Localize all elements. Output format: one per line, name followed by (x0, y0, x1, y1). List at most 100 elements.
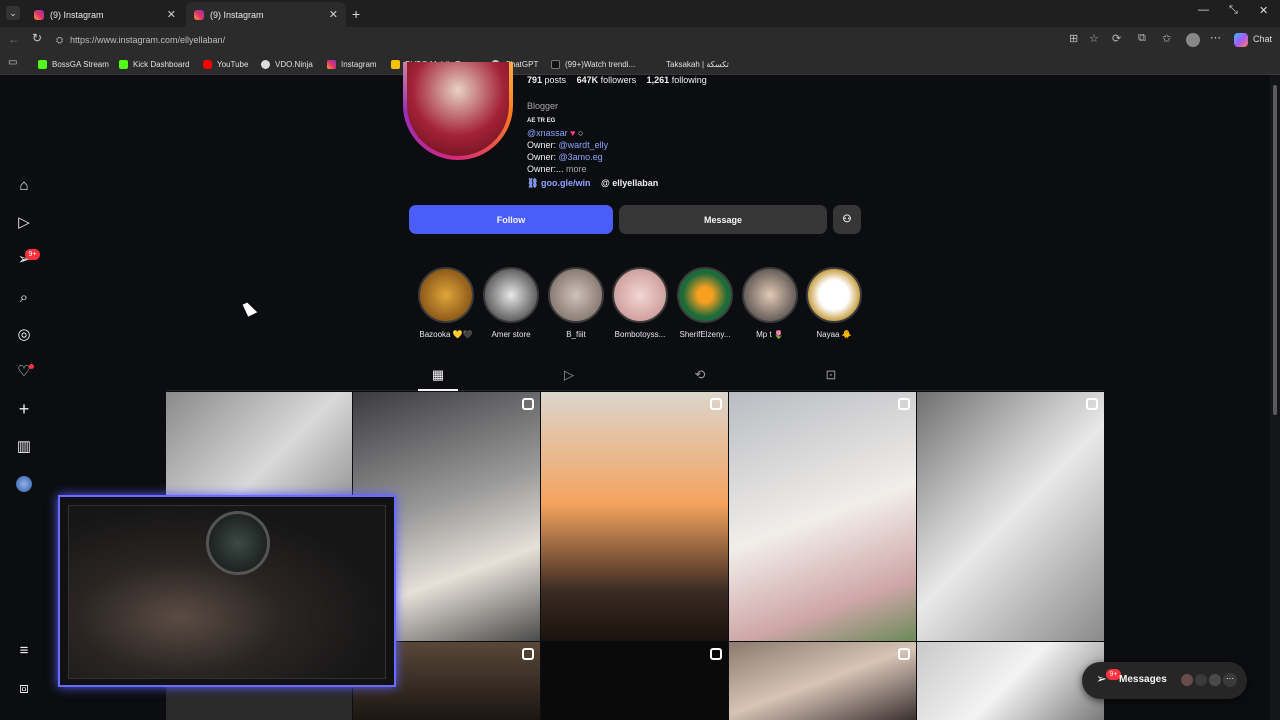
instagram-tab-icon (34, 9, 44, 20)
site-info-icon[interactable]: ⛭ (56, 31, 63, 49)
address-toolbar: ← ↻ ⛭ https://www.instagram.com/ellyella… (0, 27, 1280, 53)
tab-title: (9) Instagram (210, 9, 264, 20)
bookmark-label: VDO.Ninja (275, 59, 313, 69)
profile-flags: AE TR EG (527, 118, 556, 124)
bookmark-item[interactable]: VDO.Ninja (261, 57, 313, 71)
more-menu-icon[interactable]: ⋯ (1210, 31, 1221, 44)
browser-tab[interactable]: (9) Instagram ✕ (26, 2, 184, 27)
story-highlight[interactable] (677, 267, 733, 323)
active-tab-indicator (418, 389, 458, 391)
favorites-icon[interactable]: ✩ (1162, 32, 1171, 45)
refresh-extension-icon[interactable]: ⟳ (1112, 32, 1121, 45)
posts-grid-icon[interactable]: ▦ (429, 367, 447, 385)
profile-stats: 791 posts 647K followers 1,261 following (527, 75, 707, 85)
profile-avatar-icon[interactable] (1186, 33, 1200, 47)
bio-line-owner1: Owner: @wardt_elly (527, 140, 608, 150)
story-highlight[interactable] (483, 267, 539, 323)
reload-icon[interactable]: ↻ (32, 31, 42, 45)
page-scrollbar[interactable] (1270, 75, 1280, 720)
reel-icon (522, 648, 534, 660)
home-icon[interactable]: ⌂ (15, 177, 33, 195)
followers-label[interactable]: followers (601, 75, 637, 85)
threads-link[interactable]: ellyellaban (612, 178, 658, 188)
contact-avatar (1208, 673, 1222, 687)
tagged-tab-icon[interactable]: ⊡ (822, 367, 840, 385)
bookmark-menu-icon[interactable]: ▭ (8, 57, 17, 68)
bookmark-item[interactable]: BossGA Stream (38, 57, 109, 71)
also-from-meta-icon[interactable]: ⧈ (15, 680, 33, 698)
more-link[interactable]: more (566, 164, 587, 174)
reposts-tab-icon[interactable]: ⟲ (691, 367, 709, 385)
bio-links: ⛓ goo.gle/win @ ellyellaban (527, 178, 658, 189)
reel-icon (522, 398, 534, 410)
message-button[interactable]: Message (619, 205, 827, 234)
bookmark-item[interactable]: YouTube (203, 57, 248, 71)
post-thumbnail[interactable] (541, 392, 728, 641)
story-highlight[interactable] (742, 267, 798, 323)
profile-picture-ring[interactable] (403, 62, 513, 160)
url-field[interactable]: ⛭ https://www.instagram.com/ellyellaban/ (52, 31, 1102, 49)
kick-icon (38, 59, 47, 69)
reels-icon[interactable]: ▷ (15, 214, 33, 232)
dashboard-icon[interactable]: ▥ (15, 438, 33, 456)
followers-count[interactable]: 647K (577, 75, 599, 85)
bookmark-item[interactable]: Instagram (327, 57, 377, 71)
stream-logo (206, 511, 270, 575)
add-person-icon: ⚇ (842, 214, 852, 225)
copilot-icon[interactable] (1234, 33, 1248, 47)
bookmark-item[interactable]: Kick Dashboard (119, 57, 189, 71)
back-icon[interactable]: ← (8, 32, 20, 46)
bookmark-item[interactable]: Taksakah | تكسكة (652, 57, 729, 71)
search-icon[interactable]: ⌕ (15, 289, 33, 307)
owner-link[interactable]: @3amo.eg (559, 152, 603, 162)
post-thumbnail[interactable] (541, 642, 728, 720)
mention-link[interactable]: @xnassar (527, 128, 568, 138)
messages-label: Messages (1119, 674, 1167, 685)
new-tab-button[interactable]: + (352, 6, 360, 22)
suggested-users-button[interactable]: ⚇ (833, 205, 861, 234)
post-thumbnail[interactable] (917, 392, 1104, 641)
page-icon (652, 60, 661, 69)
messages-floating-button[interactable]: ➢ 9+ Messages ⋯ (1082, 662, 1247, 699)
restore-icon[interactable]: ⤡ (1229, 4, 1238, 17)
post-thumbnail[interactable] (729, 392, 916, 641)
reels-tab-icon[interactable]: ▷ (560, 367, 578, 385)
following-count[interactable]: 1,261 (647, 75, 670, 85)
chat-label[interactable]: Chat (1253, 34, 1272, 44)
story-highlight[interactable] (612, 267, 668, 323)
bookmark-label: (99+)Watch trendi... (565, 59, 636, 69)
tab-list-button[interactable]: ⌄ (6, 6, 20, 20)
browser-tab-active[interactable]: (9) Instagram ✕ (186, 2, 346, 27)
follow-button[interactable]: Follow (409, 205, 613, 234)
close-tab-icon[interactable]: ✕ (167, 8, 176, 21)
explore-icon[interactable]: ◎ (15, 326, 33, 344)
favorite-star-icon[interactable]: ☆ (1089, 32, 1099, 45)
more-contacts-icon: ⋯ (1223, 673, 1237, 687)
posts-label: posts (544, 75, 567, 85)
story-highlight[interactable] (806, 267, 862, 323)
carousel-icon (710, 398, 722, 410)
owner-link[interactable]: @wardt_elly (559, 140, 609, 150)
bookmark-item[interactable]: (99+)Watch trendi... (551, 57, 635, 71)
close-tab-icon[interactable]: ✕ (329, 8, 338, 21)
minimize-icon[interactable]: — (1198, 4, 1209, 16)
app-available-icon[interactable]: ⊞ (1069, 32, 1078, 45)
bookmark-label: Instagram (341, 59, 377, 69)
bookmark-label: Kick Dashboard (133, 59, 190, 69)
story-highlight[interactable] (418, 267, 474, 323)
webcam-overlay (58, 495, 396, 687)
menu-icon[interactable]: ≡ (15, 642, 33, 660)
following-label[interactable]: following (672, 75, 707, 85)
notification-badge: 9+ (25, 249, 40, 260)
external-link[interactable]: goo.gle/win (541, 178, 591, 188)
post-thumbnail[interactable] (729, 642, 916, 720)
bio-line-owner3: Owner:... more (527, 164, 587, 174)
extensions-icon[interactable]: ⧉ (1138, 32, 1146, 45)
mouse-cursor (242, 300, 258, 317)
story-highlight[interactable] (548, 267, 604, 323)
close-window-icon[interactable]: ✕ (1259, 4, 1268, 17)
post-thumbnail[interactable] (917, 642, 1104, 720)
create-icon[interactable]: + (15, 400, 33, 418)
profile-icon[interactable] (16, 476, 32, 492)
scrollbar-thumb[interactable] (1273, 85, 1277, 415)
